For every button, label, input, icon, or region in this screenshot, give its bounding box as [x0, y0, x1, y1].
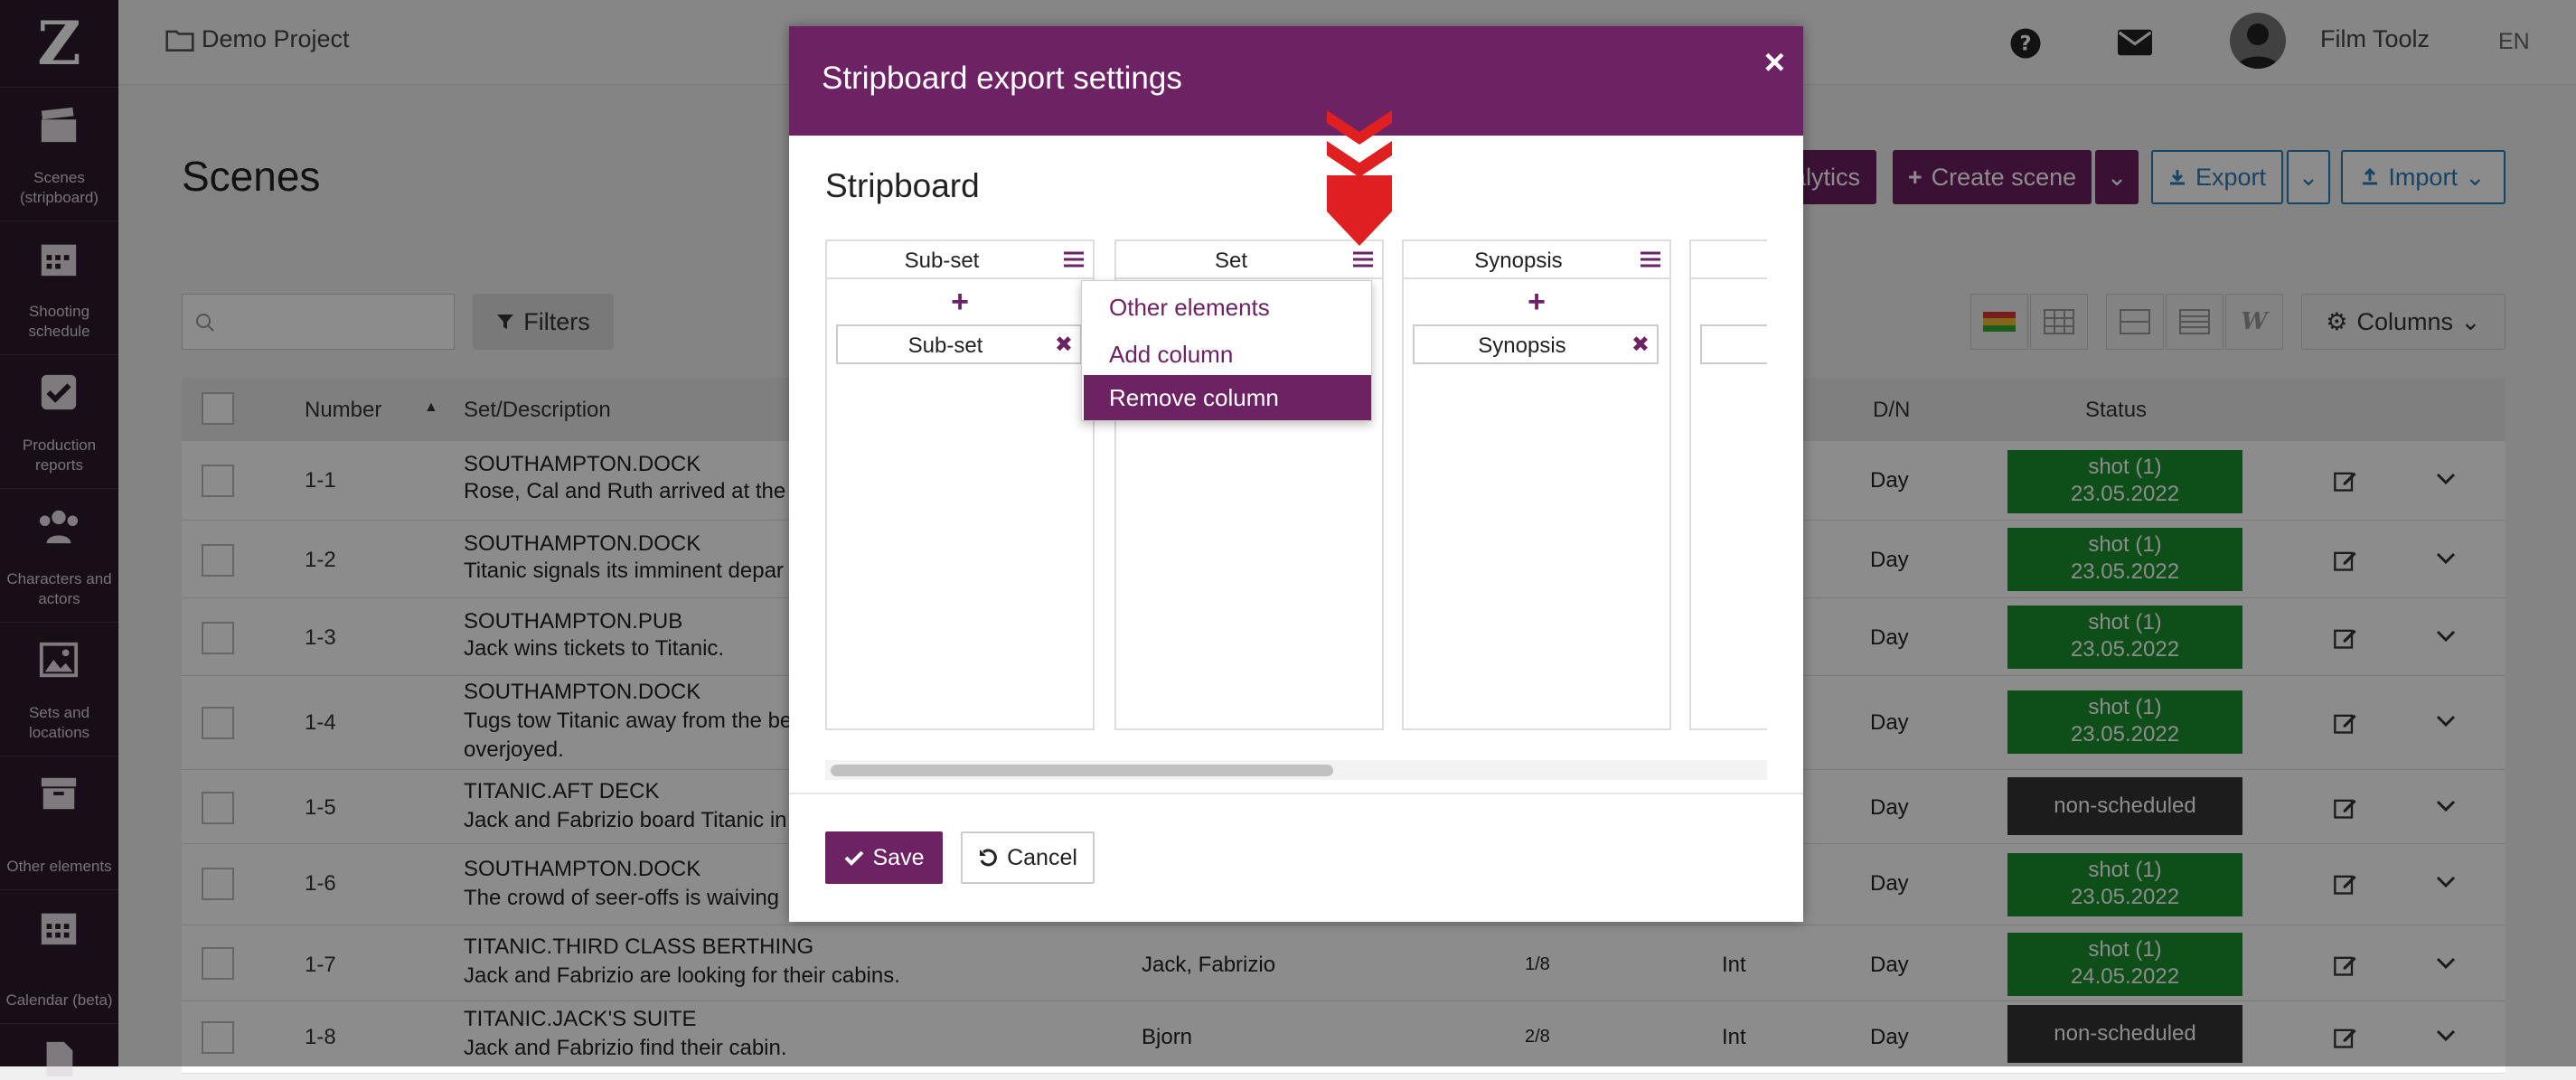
- column-title: Set: [1214, 249, 1248, 273]
- add-element-button[interactable]: +: [827, 285, 1093, 320]
- hamburger-menu-icon[interactable]: [1064, 251, 1084, 268]
- export-settings-modal: Stripboard export settings × Stripboard …: [789, 26, 1803, 922]
- menu-item-add-column[interactable]: Add column: [1084, 332, 1371, 377]
- remove-chip-icon[interactable]: ✖: [1631, 332, 1650, 358]
- add-element-button[interactable]: +: [1404, 285, 1669, 320]
- modal-header: Stripboard export settings ×: [789, 26, 1803, 136]
- column-header: Sub-set: [827, 241, 1093, 279]
- save-label: Save: [872, 844, 925, 870]
- element-chip[interactable]: Synopsis ✖: [1413, 324, 1659, 364]
- element-chip[interactable]: Sub-set ✖: [836, 324, 1082, 364]
- modal-title: Stripboard export settings: [822, 61, 1182, 96]
- pointer-arrow-icon: [1327, 110, 1392, 246]
- menu-item-other-elements[interactable]: Other elements: [1084, 285, 1371, 330]
- cancel-label: Cancel: [1007, 844, 1077, 870]
- element-chip[interactable]: [1700, 324, 1767, 364]
- column-header: [1691, 241, 1767, 279]
- cancel-button[interactable]: Cancel: [961, 831, 1095, 884]
- modal-divider: [789, 793, 1803, 794]
- close-icon[interactable]: ×: [1764, 42, 1785, 83]
- hamburger-menu-icon[interactable]: [1641, 251, 1660, 268]
- check-icon: [844, 850, 863, 866]
- column-title: Sub-set: [904, 249, 980, 273]
- stripboard-column: [1689, 239, 1767, 730]
- save-button[interactable]: Save: [825, 831, 943, 884]
- stripboard-column: Synopsis + Synopsis ✖: [1402, 239, 1671, 730]
- horizontal-scrollbar[interactable]: [825, 760, 1767, 780]
- menu-item-remove-column[interactable]: Remove column: [1084, 375, 1371, 420]
- section-title: Stripboard: [825, 167, 980, 204]
- chip-label: Synopsis: [1478, 333, 1566, 358]
- hamburger-menu-icon[interactable]: [1353, 251, 1373, 268]
- column-header: Set: [1116, 241, 1382, 279]
- chip-label: Sub-set: [907, 333, 983, 358]
- scrollbar-thumb[interactable]: [831, 765, 1333, 776]
- column-header: Synopsis: [1404, 241, 1669, 279]
- column-menu-dropdown: Other elements Add column Remove column: [1081, 280, 1372, 421]
- stripboard-column: Sub-set + Sub-set ✖: [825, 239, 1095, 730]
- column-title: Synopsis: [1474, 249, 1563, 273]
- undo-icon: [980, 849, 997, 867]
- remove-chip-icon[interactable]: ✖: [1055, 332, 1073, 358]
